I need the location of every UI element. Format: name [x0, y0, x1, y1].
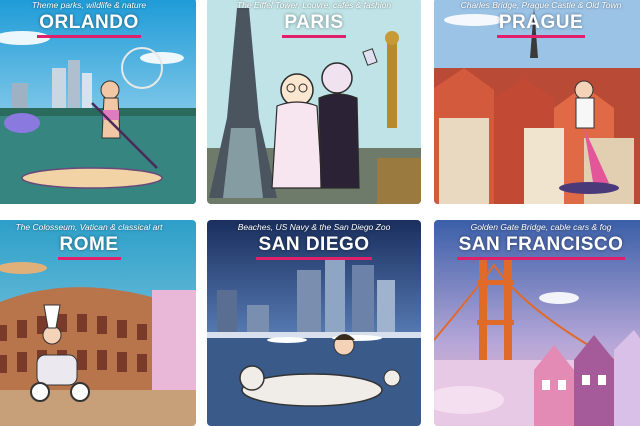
card-title: SAN DIEGO	[207, 234, 421, 260]
card-title: PRAGUE	[434, 12, 640, 38]
card-subtitle: Charles Bridge, Prague Castle & Old Town	[460, 0, 622, 10]
card-title: ROME	[0, 234, 196, 260]
destination-card-prague[interactable]: Charles Bridge, Prague Castle & Old Town…	[434, 0, 640, 204]
destination-card-san-diego[interactable]: Beaches, US Navy & the San Diego Zoo SAN…	[207, 220, 421, 426]
card-subtitle: The Eiffel Tower, Louvre, cafés & fashio…	[236, 0, 392, 10]
destination-card-orlando[interactable]: Theme parks, wildlife & nature ORLANDO	[0, 0, 196, 204]
card-subtitle: Golden Gate Bridge, cable cars & fog	[470, 222, 612, 232]
destination-card-paris[interactable]: The Eiffel Tower, Louvre, cafés & fashio…	[207, 0, 421, 204]
card-subtitle: Beaches, US Navy & the San Diego Zoo	[237, 222, 391, 232]
card-title: ORLANDO	[0, 12, 196, 38]
card-subtitle: The Colosseum, Vatican & classical art	[15, 222, 163, 232]
destination-card-san-francisco[interactable]: Golden Gate Bridge, cable cars & fog SAN…	[434, 220, 640, 426]
destination-card-rome[interactable]: The Colosseum, Vatican & classical art R…	[0, 220, 196, 426]
card-title: PARIS	[207, 12, 421, 38]
card-title: SAN FRANCISCO	[434, 234, 640, 260]
card-subtitle: Theme parks, wildlife & nature	[31, 0, 147, 10]
